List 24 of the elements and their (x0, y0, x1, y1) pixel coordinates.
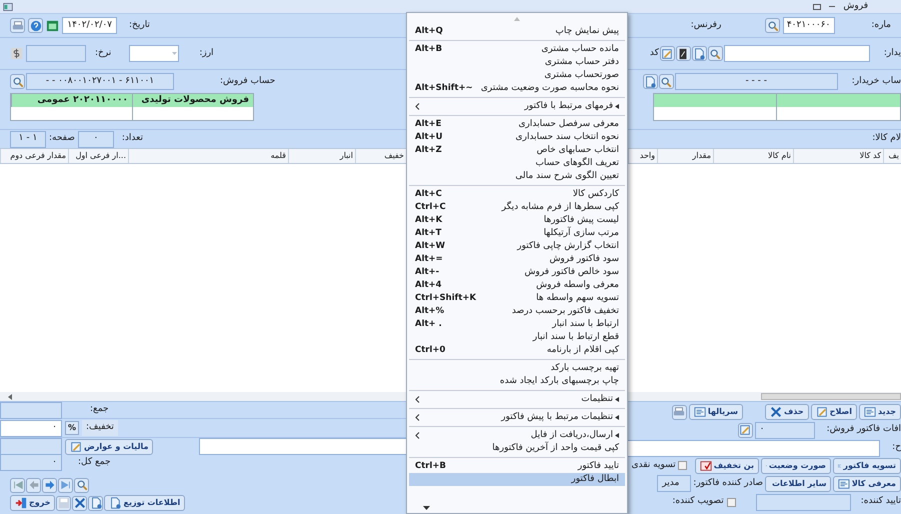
field-label: کد (650, 46, 659, 60)
field-label: جمع: (90, 403, 109, 416)
field-label: یدار: (884, 46, 901, 60)
field-label: صادر کننده فاکتور: (693, 476, 763, 490)
field-label: رفرنس: (690, 18, 722, 32)
field-label: ساب خریدار: (852, 74, 901, 88)
field-label: صفحه: (49, 132, 75, 146)
field-label: ماره: (871, 18, 891, 32)
field-label: لام کالا: (872, 132, 901, 146)
field-label: افات فاکتور فروش: (826, 423, 901, 436)
field-label: نرخ: (95, 46, 112, 60)
field-label: ح: (892, 441, 901, 454)
field-label: ارز: (199, 46, 214, 60)
table-cell: ۲۰۲۰۱۱۰۰۰۰ عمومی (11, 94, 132, 107)
field-label: تایید کننده: (860, 495, 901, 508)
field-label: حساب فروش: (220, 74, 276, 88)
field-label: تعداد: (122, 132, 143, 146)
window-title: فروش (843, 0, 868, 13)
checkbox-label: تصویب کننده: (672, 495, 724, 508)
checkbox-label: تسویه نقدی (631, 458, 676, 472)
field-label: تخفیف: (86, 421, 114, 434)
field-label: جمع کل: (78, 456, 111, 469)
table-cell: فروش محصولات تولیدی (132, 94, 253, 107)
field-label: تاریخ: (129, 18, 150, 32)
